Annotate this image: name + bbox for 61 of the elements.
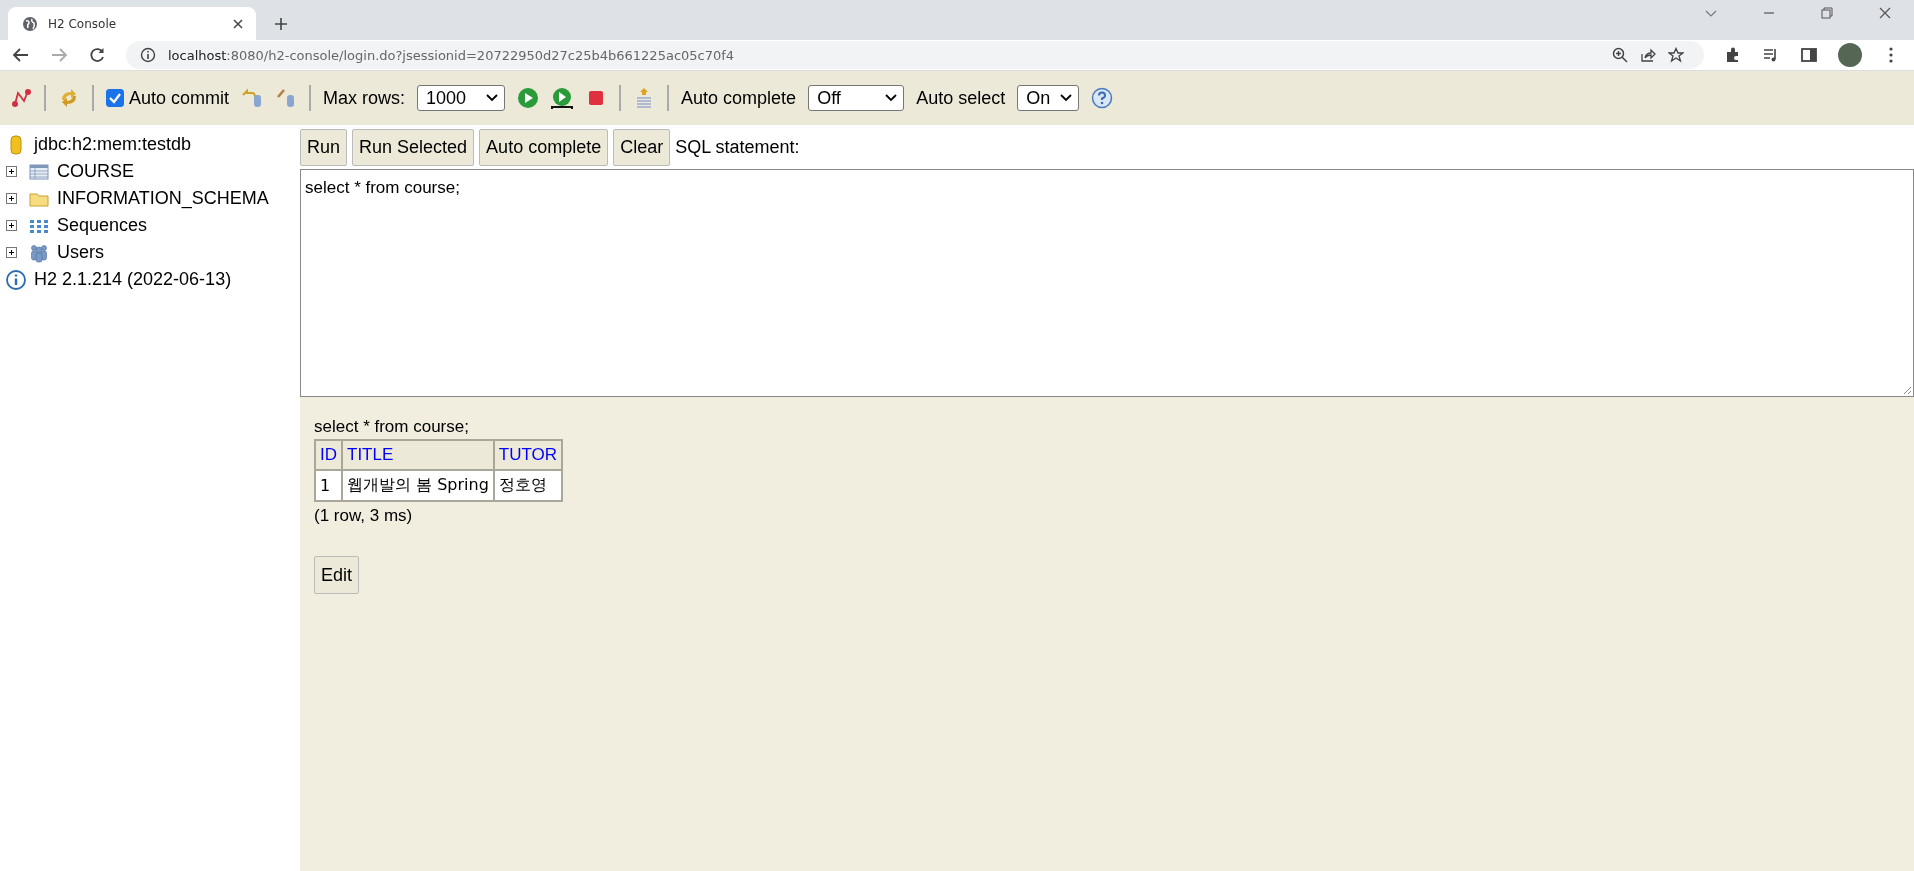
address-bar[interactable]: localhost:8080/h2-console/login.do?jsessionid=20722950d27c25b4b661225ac05c70f4	[126, 41, 1704, 69]
info-icon	[140, 47, 156, 63]
chevron-down-icon	[486, 94, 499, 102]
url-text: localhost:8080/h2-console/login.do?jsessionid=20722950d27c25b4b661225ac05c70f4	[168, 47, 735, 63]
expand-toggle-icon[interactable]	[6, 166, 17, 177]
auto-complete-select[interactable]: Off	[808, 85, 905, 111]
chevron-down-icon	[1060, 94, 1073, 102]
side-panel-icon[interactable]	[1800, 46, 1818, 64]
sql-editor[interactable]: select * from course;	[300, 169, 1914, 397]
column-header[interactable]: TUTOR	[493, 440, 563, 470]
sql-button[interactable]: Clear	[613, 128, 671, 166]
column-header[interactable]: ID	[315, 440, 342, 470]
table-cell: 웹개발의 봄 Spring	[342, 470, 494, 501]
share-icon[interactable]	[1640, 47, 1656, 63]
expand-toggle-icon[interactable]	[6, 247, 17, 258]
result-statement: select * from course;	[314, 417, 469, 437]
max-rows-select[interactable]: 1000	[417, 85, 506, 111]
edit-button[interactable]: Edit	[314, 556, 360, 594]
chevron-down-icon	[885, 94, 898, 102]
globe-icon	[22, 15, 38, 32]
resize-grip-icon[interactable]	[1902, 385, 1912, 395]
max-rows-label: Max rows:	[323, 87, 406, 109]
run-selected-icon[interactable]	[551, 87, 574, 109]
version-text: H2 2.1.214 (2022-06-13)	[34, 269, 232, 290]
tab-title: H2 Console	[48, 16, 118, 31]
restore-icon[interactable]	[1820, 6, 1834, 20]
tree-item-label[interactable]: Sequences	[57, 215, 148, 236]
zoom-in-icon[interactable]	[1612, 47, 1628, 63]
disconnect-icon[interactable]	[10, 87, 32, 109]
tree-item-label[interactable]: INFORMATION_SCHEMA	[57, 188, 269, 209]
tree-item-label[interactable]: Users	[57, 242, 104, 263]
sql-button[interactable]: Run Selected	[352, 128, 475, 166]
back-arrow-icon[interactable]	[12, 46, 30, 64]
new-tab-icon[interactable]	[274, 17, 288, 31]
column-header[interactable]: TITLE	[342, 440, 494, 470]
sql-button[interactable]: Auto complete	[479, 128, 609, 166]
expand-toggle-icon[interactable]	[6, 220, 17, 231]
star-icon[interactable]	[1668, 47, 1684, 63]
auto-commit-checkbox[interactable]: Auto commit	[106, 87, 230, 109]
users-icon	[29, 242, 49, 263]
close-icon[interactable]	[1878, 6, 1892, 20]
connection-url: jdbc:h2:mem:testdb	[34, 134, 192, 155]
auto-select-label: Auto select	[916, 87, 1006, 109]
expand-toggle-icon[interactable]	[6, 193, 17, 204]
tree-item-label[interactable]: COURSE	[57, 161, 134, 182]
play-icon[interactable]	[517, 87, 540, 109]
info-icon	[6, 269, 26, 290]
table-icon	[29, 161, 49, 182]
profile-avatar[interactable]	[1838, 43, 1862, 67]
auto-select-select[interactable]: On	[1017, 85, 1080, 111]
table-cell: 정호영	[493, 470, 563, 501]
reload-icon[interactable]	[88, 46, 106, 64]
auto-complete-label: Auto complete	[681, 87, 797, 109]
table-cell: 1	[315, 470, 342, 501]
help-icon[interactable]	[1091, 87, 1114, 109]
result-summary: (1 row, 3 ms)	[314, 506, 413, 526]
sql-statement-label: SQL statement:	[675, 136, 800, 158]
sql-button[interactable]: Run	[300, 128, 348, 166]
checkmark-icon	[108, 91, 122, 105]
close-icon[interactable]	[232, 17, 244, 30]
browser-tab[interactable]: H2 Console	[8, 7, 256, 40]
